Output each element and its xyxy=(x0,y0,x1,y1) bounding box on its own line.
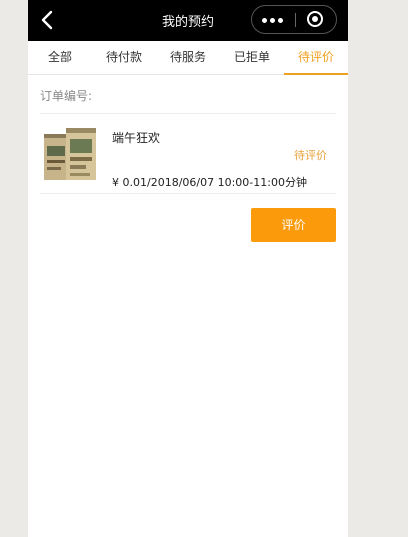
more-dots-icon[interactable] xyxy=(252,6,294,33)
menu-capsule xyxy=(251,5,337,34)
close-dot xyxy=(312,16,318,22)
review-button[interactable]: 评价 xyxy=(251,208,336,242)
tab-pending-review[interactable]: 待评价 xyxy=(284,41,348,75)
product-name: 端午狂欢 xyxy=(112,131,161,145)
divider xyxy=(40,113,336,114)
dot xyxy=(278,18,283,23)
divider xyxy=(40,193,336,194)
navbar: 我的预约 xyxy=(28,0,348,41)
status-label: 待评价 xyxy=(294,149,327,162)
dot xyxy=(262,18,267,23)
tab-all[interactable]: 全部 xyxy=(28,41,92,74)
dot xyxy=(270,18,275,23)
price-date-line: ¥ 0.01/2018/06/07 10:00-11:00分钟 xyxy=(112,176,307,189)
product-image[interactable] xyxy=(44,126,98,184)
phone-screen: 我的预约 全部 待付款 待服务 已拒单 待评价 订单编号: 端午狂欢 待评价 ¥… xyxy=(28,0,348,537)
target-close-icon[interactable] xyxy=(296,6,336,33)
tab-pending-payment[interactable]: 待付款 xyxy=(92,41,156,74)
order-tabs: 全部 待付款 待服务 已拒单 待评价 xyxy=(28,41,348,75)
order-number-label: 订单编号: xyxy=(40,89,93,103)
tab-pending-service[interactable]: 待服务 xyxy=(156,41,220,74)
tab-rejected[interactable]: 已拒单 xyxy=(220,41,284,74)
